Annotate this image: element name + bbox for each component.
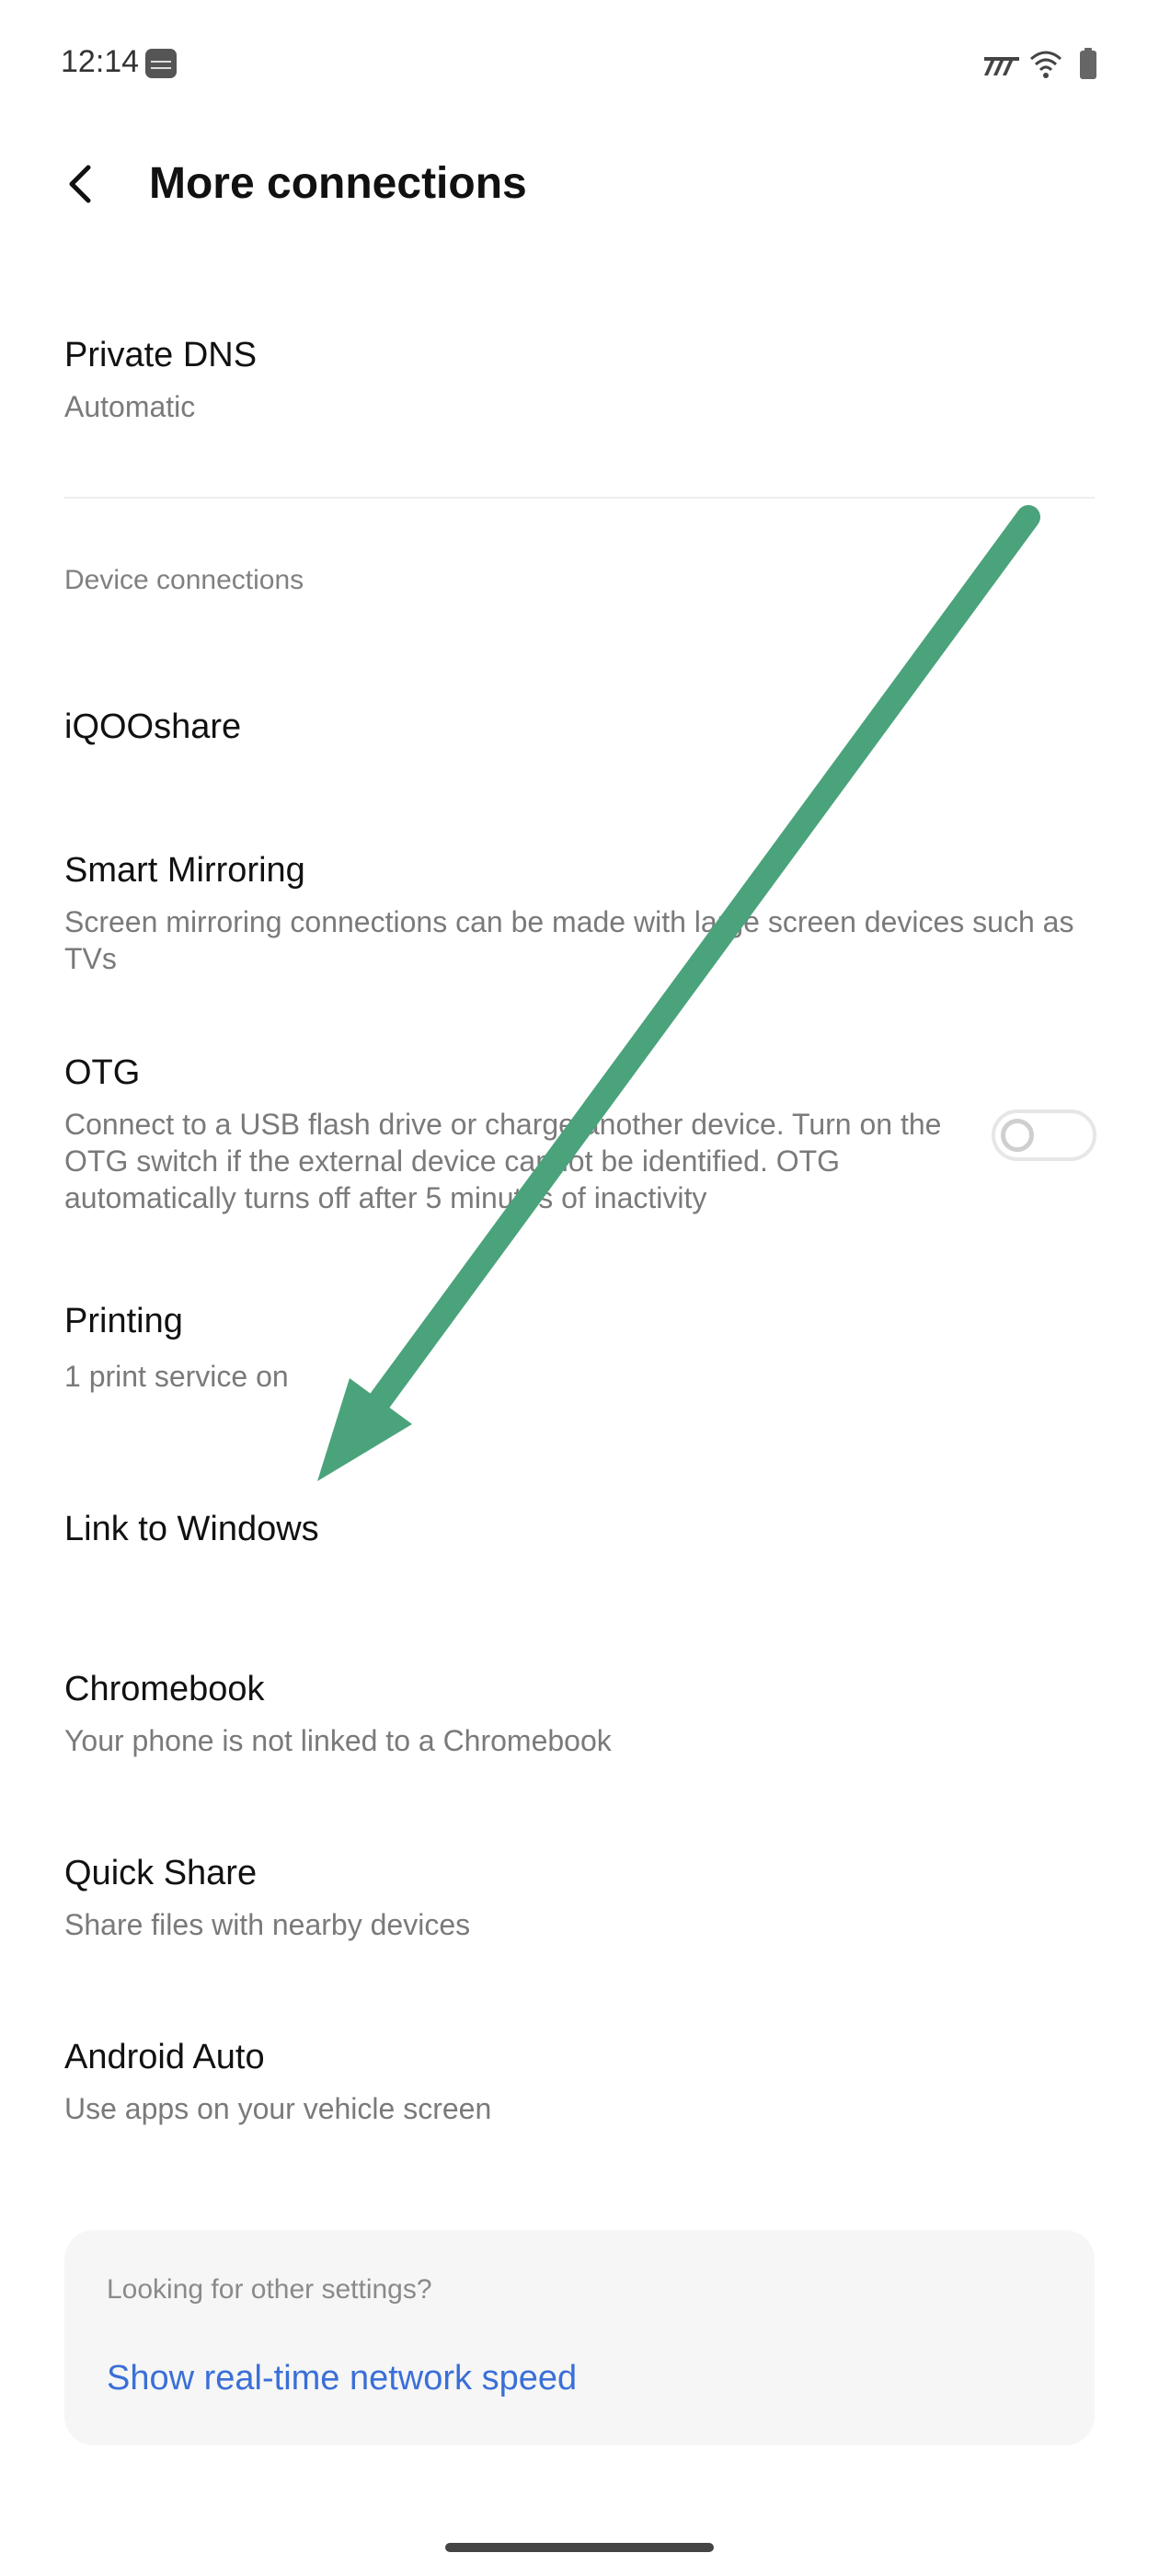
status-time: 12:14 bbox=[61, 44, 140, 79]
divider bbox=[64, 497, 1095, 499]
setting-quick-share[interactable]: Quick Share Share files with nearby devi… bbox=[0, 1840, 1159, 1969]
setting-title: Link to Windows bbox=[64, 1510, 319, 1548]
setting-subtitle: Your phone is not linked to a Chromebook bbox=[64, 1724, 612, 1757]
setting-android-auto[interactable]: Android Auto Use apps on your vehicle sc… bbox=[0, 2024, 1159, 2153]
setting-otg[interactable]: OTG Connect to a USB flash drive or char… bbox=[0, 1040, 1159, 1233]
setting-title: Quick Share bbox=[64, 1854, 258, 1892]
setting-title: iQOOshare bbox=[64, 707, 242, 746]
setting-title: Private DNS bbox=[64, 336, 258, 374]
setting-subtitle: 1 print service on bbox=[64, 1360, 289, 1393]
toggle-knob bbox=[1001, 1119, 1034, 1152]
otg-toggle[interactable] bbox=[992, 1110, 1096, 1161]
setting-subtitle: Connect to a USB flash drive or charge a… bbox=[64, 1108, 942, 1214]
setting-title: Printing bbox=[64, 1302, 183, 1340]
setting-subtitle: Automatic bbox=[64, 390, 196, 423]
app-header: More connections bbox=[0, 138, 1159, 230]
battery-icon bbox=[1080, 48, 1096, 79]
home-indicator[interactable] bbox=[445, 2543, 714, 2552]
notification-app-icon bbox=[145, 49, 177, 78]
setting-printing[interactable]: Printing 1 print service on bbox=[0, 1288, 1159, 1417]
setting-title: Smart Mirroring bbox=[64, 851, 305, 890]
section-header-device-connections: Device connections bbox=[64, 565, 304, 595]
setting-link-to-windows[interactable]: Link to Windows bbox=[0, 1483, 1159, 1575]
back-arrow-icon bbox=[69, 165, 91, 203]
setting-title: OTG bbox=[64, 1053, 141, 1092]
screen: 12:14 More connections Private DNS Autom… bbox=[0, 0, 1159, 2576]
other-settings-card: Looking for other settings? Show real-ti… bbox=[64, 2230, 1095, 2445]
setting-iqooshare[interactable]: iQOOshare bbox=[0, 681, 1159, 773]
page-title: More connections bbox=[149, 159, 527, 208]
setting-chromebook[interactable]: Chromebook Your phone is not linked to a… bbox=[0, 1656, 1159, 1785]
wifi-icon bbox=[1030, 51, 1061, 78]
setting-subtitle: Use apps on your vehicle screen bbox=[64, 2092, 492, 2125]
card-label: Looking for other settings? bbox=[107, 2274, 432, 2305]
setting-subtitle: Share files with nearby devices bbox=[64, 1908, 471, 1941]
setting-title: Android Auto bbox=[64, 2038, 265, 2076]
setting-private-dns[interactable]: Private DNS Automatic bbox=[0, 322, 1159, 451]
status-icons bbox=[982, 48, 1102, 81]
signal-icon bbox=[984, 57, 1019, 75]
setting-smart-mirroring[interactable]: Smart Mirroring Screen mirroring connect… bbox=[0, 837, 1159, 994]
back-button[interactable] bbox=[52, 156, 107, 212]
status-bar: 12:14 bbox=[0, 0, 1159, 120]
setting-title: Chromebook bbox=[64, 1670, 265, 1708]
setting-subtitle: Screen mirroring connections can be made… bbox=[64, 905, 1074, 975]
show-network-speed-link[interactable]: Show real-time network speed bbox=[107, 2359, 577, 2398]
